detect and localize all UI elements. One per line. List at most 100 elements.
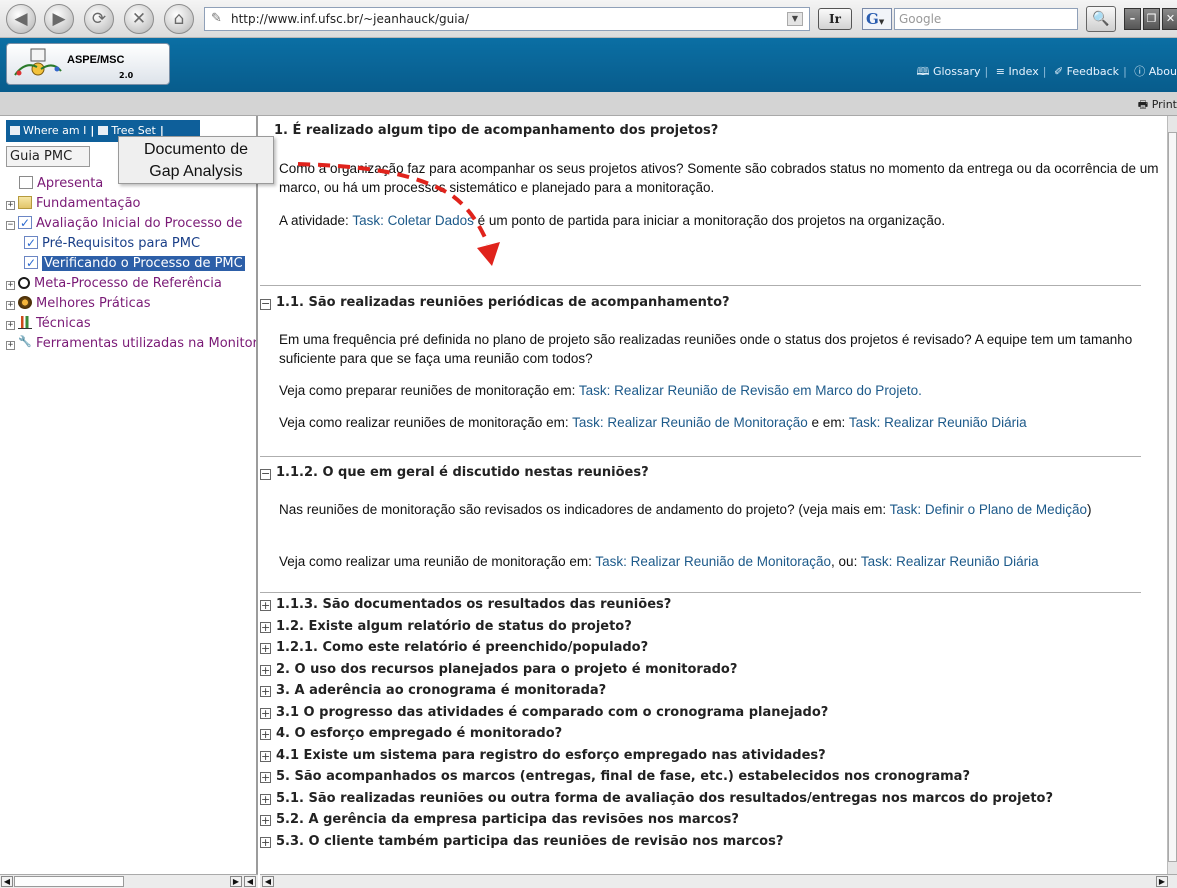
question-title: 3. A aderência ao cronograma é monitorad… [276, 683, 607, 698]
collapsed-question[interactable]: +3.1 O progresso das atividades é compar… [260, 702, 1150, 724]
index-link[interactable]: Index [1008, 65, 1038, 78]
scroll-left-icon[interactable]: ◀ [1, 876, 13, 887]
expand-icon[interactable]: + [260, 707, 271, 719]
expand-icon[interactable]: + [260, 772, 271, 783]
section-heading[interactable]: −1.1. São realizadas reuniões periódicas… [260, 292, 1140, 314]
expand-icon[interactable]: + [260, 793, 271, 805]
left-navigation-pane: Where am I | Tree Set | Guia PMC Apresenta +… [0, 116, 258, 888]
expand-icon[interactable]: + [260, 600, 271, 611]
collapsed-questions-list: +1.1.3. São documentados os resultados d… [260, 594, 1150, 852]
tree-item[interactable]: + Técnicas [6, 314, 256, 334]
feedback-link[interactable]: Feedback [1067, 65, 1119, 78]
main-horizontal-scrollbar[interactable]: ◀ ▶ [260, 874, 1177, 888]
scroll-left-icon[interactable]: ◀ [244, 876, 256, 887]
collapsed-question[interactable]: +1.1.3. São documentados os resultados d… [260, 594, 1150, 616]
collapsed-question[interactable]: +4. O esforço empregado é monitorado? [260, 723, 1150, 745]
question-title: 4. O esforço empregado é monitorado? [276, 726, 563, 741]
collapsed-question[interactable]: +1.2. Existe algum relatório de status d… [260, 616, 1150, 638]
collapsed-question[interactable]: +5.2. A gerência da empresa participa da… [260, 809, 1150, 831]
paragraph-text: Nas reuniões de monitoração são revisado… [279, 502, 890, 517]
collapse-icon[interactable]: − [260, 298, 271, 310]
forward-icon[interactable]: ▶ [44, 4, 74, 34]
cycle-icon [18, 277, 30, 289]
search-input[interactable]: Google [894, 8, 1078, 30]
expand-icon[interactable]: + [260, 686, 271, 697]
paragraph: Nas reuniões de monitoração são revisado… [279, 500, 1164, 519]
paragraph-text: Veja como realizar uma reunião de monito… [279, 554, 596, 569]
expand-icon[interactable]: + [6, 201, 15, 210]
expand-icon[interactable]: + [260, 729, 271, 740]
paragraph: Em uma frequência pré definida no plano … [279, 330, 1164, 368]
collapsed-question[interactable]: +5. São acompanhados os marcos (entregas… [260, 766, 1150, 788]
vertical-scrollbar[interactable] [1167, 116, 1177, 874]
tree-item[interactable]: + Meta-Processo de Referência [6, 274, 256, 294]
task-link[interactable]: Task: Realizar Reunião de Monitoração [572, 415, 808, 430]
section-heading[interactable]: −1.1.2. O que em geral é discutido nesta… [260, 462, 1140, 484]
collapsed-question[interactable]: +4.1 Existe um sistema para registro do … [260, 745, 1150, 767]
about-link[interactable]: Abou [1149, 65, 1177, 78]
tree-item[interactable]: Verificando o Processo de PMC [6, 254, 256, 274]
home-icon[interactable]: ⌂ [164, 4, 194, 34]
go-button[interactable]: Ir [818, 8, 852, 30]
stop-icon[interactable]: ✕ [124, 4, 154, 34]
scroll-right-icon[interactable]: ▶ [1156, 876, 1168, 887]
task-link[interactable]: Task: Realizar Reunião de Monitoração [595, 554, 831, 569]
expand-icon[interactable]: + [260, 643, 271, 654]
address-dropdown-icon[interactable]: ▼ [787, 12, 803, 26]
collapsed-question[interactable]: +5.1. São realizadas reuniões ou outra f… [260, 788, 1150, 810]
expand-icon[interactable]: + [6, 341, 15, 350]
address-bar[interactable]: ✎ http://www.inf.ufsc.br/~jeanhauck/guia… [204, 7, 810, 31]
task-link[interactable]: Task: Definir o Plano de Medição [890, 502, 1087, 517]
left-horizontal-scrollbar[interactable]: ◀ ▶ ◀ [0, 874, 258, 888]
collapse-icon[interactable]: − [260, 468, 271, 480]
close-icon[interactable]: ✕ [1162, 8, 1177, 30]
tree-item[interactable]: − Avaliação Inicial do Processo de [6, 214, 256, 234]
tree-item-label: Fundamentação [36, 196, 141, 211]
paragraph-text: Veja como preparar reuniões de monitoraç… [279, 383, 579, 398]
scroll-thumb[interactable] [14, 876, 124, 887]
scroll-left-icon[interactable]: ◀ [262, 876, 274, 887]
expand-icon[interactable]: + [260, 815, 271, 826]
paragraph-text: é um ponto de partida para iniciar a mon… [473, 213, 946, 228]
scroll-right-icon[interactable]: ▶ [230, 876, 242, 887]
collapsed-question[interactable]: +1.2.1. Como este relatório é preenchido… [260, 637, 1150, 659]
scroll-thumb[interactable] [1168, 132, 1177, 862]
expand-icon[interactable]: + [260, 621, 271, 633]
print-button[interactable]: 🖶 Print [1138, 96, 1177, 115]
paragraph-text: Em uma frequência pré definida no plano … [279, 332, 1133, 366]
expand-icon[interactable]: + [260, 836, 271, 848]
collapse-icon[interactable]: − [6, 221, 15, 230]
view-selector[interactable]: Guia PMC [6, 146, 90, 167]
collapsed-question[interactable]: +2. O uso dos recursos planejados para o… [260, 659, 1150, 681]
tree-item-label: Melhores Práticas [36, 296, 151, 311]
expand-icon[interactable]: + [260, 664, 271, 676]
task-link[interactable]: Task: Realizar Reunião de Revisão em Mar… [579, 383, 922, 398]
glossary-link[interactable]: Glossary [933, 65, 981, 78]
tool-icon [18, 334, 32, 352]
minimize-icon[interactable]: – [1124, 8, 1141, 30]
reload-icon[interactable]: ⟳ [84, 4, 114, 34]
collapsed-question[interactable]: +3. A aderência ao cronograma é monitora… [260, 680, 1150, 702]
section-heading[interactable]: 1. É realizado algum tipo de acompanhame… [274, 120, 1154, 142]
tree-item-label: Meta-Processo de Referência [34, 276, 222, 291]
task-link[interactable]: Task: Realizar Reunião Diária [861, 554, 1039, 569]
collapsed-question[interactable]: +5.3. O cliente também participa das reu… [260, 831, 1150, 853]
search-engine-button[interactable]: G▼ [862, 8, 892, 30]
task-link[interactable]: Task: Coletar Dados [352, 213, 474, 228]
search-icon[interactable]: 🔍 [1086, 6, 1116, 32]
tree-item[interactable]: + Melhores Práticas [6, 294, 256, 314]
expand-icon[interactable]: + [6, 321, 15, 330]
logo[interactable]: ASPE/MSC 2.0 [6, 43, 170, 85]
tree-item[interactable]: Pré-Requisitos para PMC [6, 234, 256, 254]
expand-icon[interactable]: + [260, 750, 271, 762]
back-icon[interactable]: ◀ [6, 4, 36, 34]
tree-item[interactable]: + Fundamentação [6, 194, 256, 214]
logo-mark-icon [14, 48, 62, 76]
tree-item[interactable]: + Ferramentas utilizadas na Monitoração [6, 334, 256, 354]
expand-icon[interactable]: + [6, 301, 15, 310]
expand-icon[interactable]: + [6, 281, 15, 290]
maximize-icon[interactable]: ❐ [1143, 8, 1160, 30]
tab-where-am-i[interactable]: Where am I [23, 124, 86, 137]
task-link[interactable]: Task: Realizar Reunião Diária [849, 415, 1027, 430]
divider [260, 592, 1141, 593]
